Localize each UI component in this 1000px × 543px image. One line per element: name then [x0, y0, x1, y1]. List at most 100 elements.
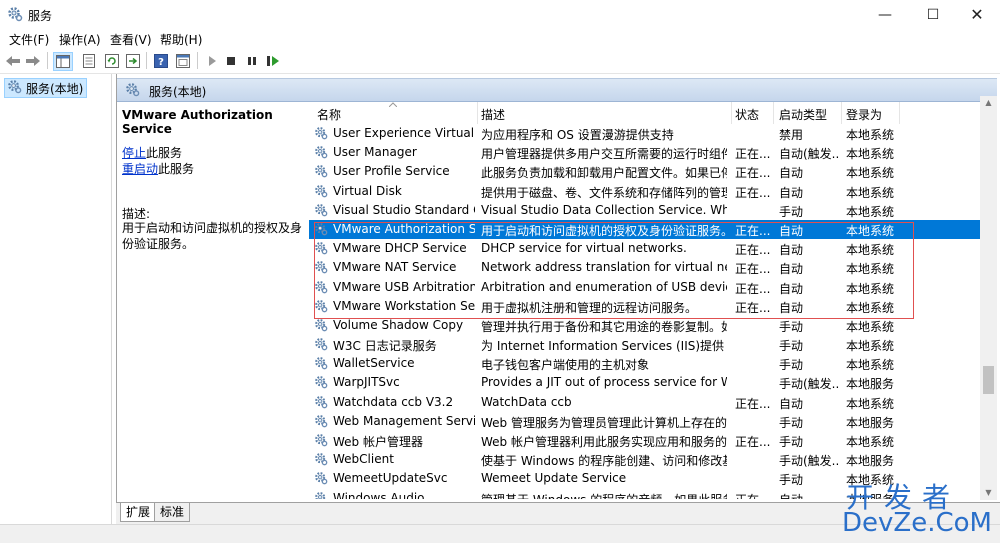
service-gear-icon [314, 375, 328, 392]
console-tree: 服务(本地) [0, 74, 112, 542]
description-pane: VMware Authorization Service 停止此服务 重启动此服… [117, 104, 307, 496]
scroll-up-icon[interactable]: ▲ [980, 96, 997, 110]
service-name: WebClient [333, 452, 475, 466]
table-row[interactable]: W3C 日志记录服务为 Internet Information Service… [309, 335, 981, 354]
back-arrow-icon[interactable] [4, 52, 22, 69]
service-status: 正在... [735, 222, 771, 239]
minimize-button[interactable]: — [862, 0, 908, 30]
service-log-on-as: 本地系统 [846, 299, 901, 316]
tree-item-services-local[interactable]: 服务(本地) [4, 78, 87, 98]
service-description: Visual Studio Data Collection Service. W… [481, 203, 727, 217]
table-row[interactable]: User Manager用户管理器提供多用户交互所需要的运行时组件...正在..… [309, 143, 981, 162]
service-gear-icon [314, 126, 328, 143]
stop-service-icon[interactable] [222, 52, 240, 69]
help-icon[interactable]: ? [152, 52, 170, 69]
start-service-icon[interactable] [203, 52, 221, 69]
service-log-on-as: 本地服务 [846, 452, 901, 469]
restart-suffix: 此服务 [158, 162, 194, 176]
service-description: Network address translation for virtual … [481, 260, 727, 274]
menu-help[interactable]: 帮助(H) [160, 31, 202, 48]
scroll-down-icon[interactable]: ▼ [980, 486, 997, 500]
stop-link[interactable]: 停止 [122, 146, 146, 160]
service-gear-icon [314, 395, 328, 412]
service-gear-icon [314, 280, 328, 297]
table-row[interactable]: Volume Shadow Copy管理并执行用于备份和其它用途的卷影复制。如.… [309, 316, 981, 335]
scrollbar-thumb[interactable] [983, 366, 994, 394]
description-text: 用于启动和访问虚拟机的授权及身份验证服务。 [122, 220, 302, 252]
column-log-on-as[interactable]: 登录为 [846, 106, 882, 123]
vertical-scrollbar[interactable]: ▲ ▼ [980, 96, 997, 500]
menu-action[interactable]: 操作(A) [59, 31, 101, 48]
service-name: VMware NAT Service [333, 260, 475, 274]
table-row[interactable]: WemeetUpdateSvcWemeet Update Service手动本地… [309, 469, 981, 488]
selected-service-name: VMware Authorization Service [122, 108, 307, 136]
maximize-button[interactable]: ☐ [910, 0, 956, 30]
table-row[interactable]: VMware Authorization Ser... 用于启动和访问虚拟机的授权… [309, 220, 981, 239]
show-console-tree-icon[interactable] [53, 52, 73, 71]
menu-view[interactable]: 查看(V) [110, 31, 152, 48]
service-startup-type: 自动 [779, 260, 839, 277]
stop-suffix: 此服务 [146, 146, 182, 160]
service-description: Web 管理服务为管理员管理此计算机上存在的 ... [481, 414, 727, 431]
service-description: 用于启动和访问虚拟机的授权及身份验证服务。 [481, 222, 727, 239]
table-row[interactable]: VMware DHCP ServiceDHCP service for virt… [309, 239, 981, 258]
table-row[interactable]: VMware NAT Service Network address transl… [309, 258, 981, 277]
tab-standard[interactable]: 标准 [154, 503, 190, 522]
services-list: 名称 描述 状态 启动类型 登录为 User Experience Virtua… [309, 102, 981, 499]
table-row[interactable]: WarpJITSvcProvides a JIT out of process … [309, 373, 981, 392]
column-description[interactable]: 描述 [481, 106, 505, 123]
service-name: Visual Studio Standard Coll... [333, 203, 475, 217]
table-row[interactable]: Web 帐户管理器Web 帐户管理器利用此服务实现应用和服务的...正在...手… [309, 431, 981, 450]
service-log-on-as: 本地系统 [846, 280, 901, 297]
table-row[interactable]: Web Management ServiceWeb 管理服务为管理员管理此计算机… [309, 412, 981, 431]
refresh-icon[interactable] [103, 52, 121, 69]
table-row[interactable]: Watchdata ccb V3.2WatchData ccb正在...自动本地… [309, 393, 981, 412]
properties-icon[interactable] [80, 52, 98, 69]
view-tabs: 扩展 标准 [116, 502, 1000, 525]
service-log-on-as: 本地系统 [846, 184, 901, 201]
table-row[interactable]: Windows Audio管理基于 Windows 的程序的音频。如果此服务..… [309, 489, 981, 499]
close-button[interactable]: ✕ [954, 0, 1000, 30]
restart-service-action: 重启动此服务 [122, 160, 194, 177]
service-name: WemeetUpdateSvc [333, 471, 475, 485]
service-description: 此服务负责加载和卸载用户配置文件。如果已停... [481, 164, 727, 181]
table-row[interactable]: VMware Workstation Server用于虚拟机注册和管理的远程访问… [309, 297, 981, 316]
service-status: 正在... [735, 145, 771, 162]
service-name: User Experience Virtualizat... [333, 126, 475, 140]
service-name: Web 帐户管理器 [333, 433, 475, 450]
column-name[interactable]: 名称 [317, 106, 341, 123]
service-gear-icon [314, 414, 328, 431]
restart-service-icon[interactable] [264, 52, 282, 69]
column-startup-type[interactable]: 启动类型 [779, 106, 827, 123]
table-row[interactable]: User Experience Virtualizat...为应用程序和 OS … [309, 124, 981, 143]
table-row[interactable]: User Profile Service此服务负责加载和卸载用户配置文件。如果已… [309, 162, 981, 181]
table-row[interactable]: VMware USB Arbitration S...Arbitration a… [309, 278, 981, 297]
table-row[interactable]: Visual Studio Standard Coll... Visual Stu… [309, 201, 981, 220]
service-startup-type: 手动 [779, 414, 839, 431]
view-icon[interactable] [174, 52, 192, 69]
table-row[interactable]: WalletService电子钱包客户端使用的主机对象手动本地系统 [309, 354, 981, 373]
service-gear-icon [314, 452, 328, 469]
status-bar [0, 524, 1000, 543]
service-startup-type: 手动 [779, 203, 839, 220]
table-row[interactable]: WebClient使基于 Windows 的程序能创建、访问和修改基...手动(… [309, 450, 981, 469]
service-gear-icon [314, 222, 328, 239]
service-description: 管理基于 Windows 的程序的音频。如果此服务... [481, 491, 727, 499]
tab-extended[interactable]: 扩展 [120, 503, 156, 522]
service-status: 正在... [735, 280, 771, 297]
service-log-on-as: 本地服务 [846, 375, 901, 392]
service-status: 正在... [735, 491, 771, 499]
service-name: VMware Authorization Ser... [333, 222, 475, 236]
column-status[interactable]: 状态 [735, 106, 759, 123]
pause-service-icon[interactable] [243, 52, 261, 69]
service-log-on-as: 本地系统 [846, 203, 901, 220]
menu-file[interactable]: 文件(F) [9, 31, 49, 48]
restart-link[interactable]: 重启动 [122, 162, 158, 176]
service-gear-icon [314, 318, 328, 335]
forward-arrow-icon[interactable] [24, 52, 42, 69]
service-log-on-as: 本地系统 [846, 241, 901, 258]
service-log-on-as: 本地系统 [846, 222, 901, 239]
service-log-on-as: 本地系统 [846, 471, 901, 488]
export-list-icon[interactable] [124, 52, 142, 69]
table-row[interactable]: Virtual Disk提供用于磁盘、卷、文件系统和存储阵列的管理...正在..… [309, 182, 981, 201]
